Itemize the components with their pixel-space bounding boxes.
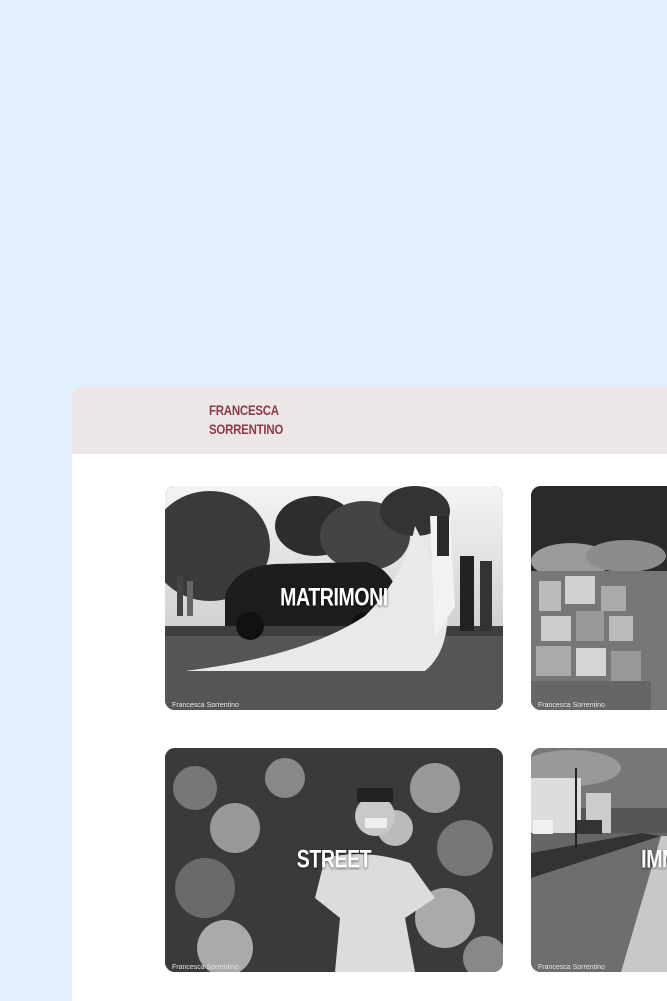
photo-credit: Francesca Sorrentino [538, 702, 605, 709]
site-logo[interactable]: FRANCESCA SORRENTINO [209, 401, 283, 439]
gallery-card-p[interactable]: P Francesca Sorrentino [531, 486, 667, 710]
photo-credit: Francesca Sorrentino [172, 964, 239, 971]
gallery-card-street[interactable]: STREET Francesca Sorrentino [165, 748, 503, 972]
gallery-card-imma[interactable]: IMMA Francesca Sorrentino [531, 748, 667, 972]
card-title: STREET [296, 845, 372, 874]
city-photo [531, 486, 667, 710]
site-header: FRANCESCA SORRENTINO [72, 387, 667, 454]
photo-credit: Francesca Sorrentino [538, 964, 605, 971]
photo-credit: Francesca Sorrentino [172, 702, 239, 709]
logo-line-1: FRANCESCA [209, 402, 279, 418]
website-window: FRANCESCA SORRENTINO MATRIMONI Francesca… [72, 387, 667, 1001]
logo-line-2: SORRENTINO [209, 421, 284, 437]
card-title: IMMA [641, 845, 667, 874]
card-title: MATRIMONI [280, 583, 388, 612]
gallery-card-matrimoni[interactable]: MATRIMONI Francesca Sorrentino [165, 486, 503, 710]
